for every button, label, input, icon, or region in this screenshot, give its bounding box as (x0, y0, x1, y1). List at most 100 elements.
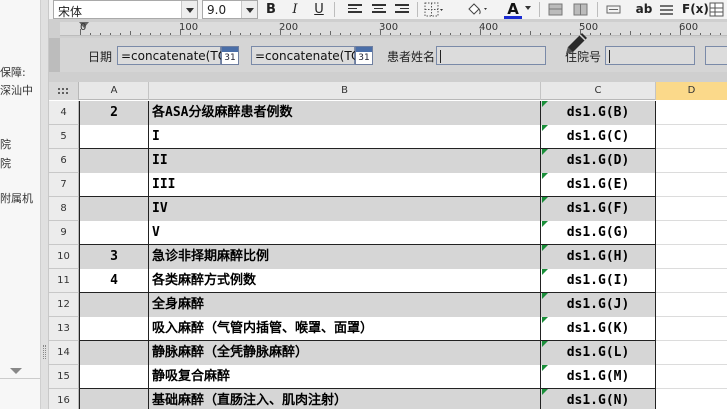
align-center-icon[interactable] (372, 4, 386, 15)
cell-c[interactable]: ds1.G(C) (541, 125, 656, 149)
cell-b[interactable]: 全身麻醉 (149, 293, 541, 317)
cell-a[interactable] (80, 317, 149, 341)
cell-b[interactable]: IV (149, 197, 541, 221)
cell-b[interactable]: 吸入麻醉（气管内插管、喉罩、面罩） (149, 317, 541, 341)
align-right-icon[interactable] (395, 4, 409, 15)
cell-c[interactable]: ds1.G(B) (541, 101, 656, 125)
cell-b[interactable]: 急诊非择期麻醉比例 (149, 245, 541, 269)
select-all-corner[interactable] (49, 82, 79, 100)
scroll-down-arrow-icon[interactable] (10, 368, 22, 374)
cell-a[interactable] (80, 389, 149, 409)
cell-b[interactable]: I (149, 125, 541, 149)
row-number[interactable]: 11 (49, 269, 79, 293)
chevron-down-icon[interactable] (181, 1, 197, 18)
pane-splitter[interactable] (41, 0, 49, 409)
cell-a[interactable] (80, 293, 149, 317)
cell-b[interactable]: 各类麻醉方式例数 (149, 269, 541, 293)
cell-a[interactable] (80, 173, 149, 197)
date-to-field[interactable]: =concatenate(TC (251, 46, 359, 65)
cell-a[interactable] (80, 365, 149, 389)
row-number[interactable]: 13 (49, 317, 79, 341)
row-number[interactable]: 8 (49, 197, 79, 221)
query-field[interactable] (705, 46, 727, 65)
date-from-field[interactable]: =concatenate(TO (117, 46, 227, 65)
cell-d[interactable] (656, 149, 727, 173)
cell-a[interactable] (80, 341, 149, 365)
cell-a[interactable]: 4 (80, 269, 149, 293)
row-number[interactable]: 7 (49, 173, 79, 197)
cell-c[interactable]: ds1.G(E) (541, 173, 656, 197)
bold-button[interactable]: B (262, 1, 280, 18)
font-name-select[interactable]: 宋体 (53, 0, 198, 19)
cell-d[interactable] (656, 341, 727, 365)
edit-pencil-icon[interactable] (558, 28, 592, 62)
font-size-select[interactable]: 9.0 (202, 0, 258, 19)
cell-a[interactable] (80, 197, 149, 221)
cell-c[interactable]: ds1.G(L) (541, 341, 656, 365)
cell-c[interactable]: ds1.G(J) (541, 293, 656, 317)
cell-a[interactable] (80, 221, 149, 245)
cell-c[interactable]: ds1.G(D) (541, 149, 656, 173)
cell-d[interactable] (656, 293, 727, 317)
column-header-c[interactable]: C (541, 82, 656, 100)
row-number[interactable]: 4 (49, 101, 79, 125)
cell-a[interactable] (80, 125, 149, 149)
underline-button[interactable]: U (310, 1, 328, 18)
row-number[interactable]: 15 (49, 365, 79, 389)
cell-b[interactable]: 基础麻醉（直肠注入、肌肉注射） (149, 389, 541, 409)
cell-b[interactable]: 静吸复合麻醉 (149, 365, 541, 389)
row-number[interactable]: 6 (49, 149, 79, 173)
chevron-down-icon[interactable] (525, 6, 533, 12)
admission-no-field[interactable] (605, 46, 695, 65)
patient-name-field[interactable] (436, 46, 546, 65)
list-icon[interactable] (659, 3, 675, 17)
cell-d[interactable] (656, 125, 727, 149)
chevron-down-icon[interactable] (241, 1, 257, 18)
cell-b[interactable]: II (149, 149, 541, 173)
cell-a[interactable]: 3 (80, 245, 149, 269)
row-number[interactable]: 16 (49, 389, 79, 409)
cell-a[interactable]: 2 (80, 101, 149, 125)
cell-d[interactable] (656, 197, 727, 221)
column-header-d[interactable]: D (656, 82, 727, 100)
row-number[interactable]: 5 (49, 125, 79, 149)
cell-c[interactable]: ds1.G(G) (541, 221, 656, 245)
cell-a[interactable] (80, 149, 149, 173)
cell-c[interactable]: ds1.G(K) (541, 317, 656, 341)
cell-d[interactable] (656, 221, 727, 245)
cell-c[interactable]: ds1.G(N) (541, 389, 656, 409)
cell-d[interactable] (656, 365, 727, 389)
cell-c[interactable]: ds1.G(M) (541, 365, 656, 389)
cell-c[interactable]: ds1.G(H) (541, 245, 656, 269)
cell-d[interactable] (656, 173, 727, 197)
cell-b[interactable]: V (149, 221, 541, 245)
cell-d[interactable] (656, 317, 727, 341)
fill-color-icon[interactable] (465, 1, 489, 18)
cell-c[interactable]: ds1.G(I) (541, 269, 656, 293)
row-number[interactable]: 12 (49, 293, 79, 317)
italic-button[interactable]: I (286, 1, 304, 18)
date-from-calendar-icon[interactable]: 31 (221, 46, 239, 65)
row-number[interactable]: 9 (49, 221, 79, 245)
cell-d[interactable] (656, 389, 727, 409)
insert-field-icon[interactable] (606, 5, 622, 15)
cell-c[interactable]: ds1.G(F) (541, 197, 656, 221)
align-left-icon[interactable] (348, 4, 362, 15)
splitter-grip-icon[interactable] (43, 345, 46, 359)
cell-b[interactable]: III (149, 173, 541, 197)
cell-d[interactable] (656, 269, 727, 293)
cell-d[interactable] (656, 101, 727, 125)
row-number[interactable]: 10 (49, 245, 79, 269)
cell-d[interactable] (656, 245, 727, 269)
merge-cells-icon[interactable] (548, 3, 564, 17)
column-header-a[interactable]: A (80, 82, 149, 100)
row-number[interactable]: 14 (49, 341, 79, 365)
date-to-calendar-icon[interactable]: 31 (355, 46, 373, 65)
cell-b[interactable]: 静脉麻醉（全凭静脉麻醉） (149, 341, 541, 365)
formula-button[interactable]: F(x) (682, 1, 709, 18)
column-header-b[interactable]: B (149, 82, 541, 100)
border-icon[interactable] (424, 2, 446, 18)
table-icon[interactable] (709, 2, 725, 18)
split-cells-icon[interactable] (573, 3, 589, 17)
text-box-button[interactable]: ab (633, 1, 655, 18)
